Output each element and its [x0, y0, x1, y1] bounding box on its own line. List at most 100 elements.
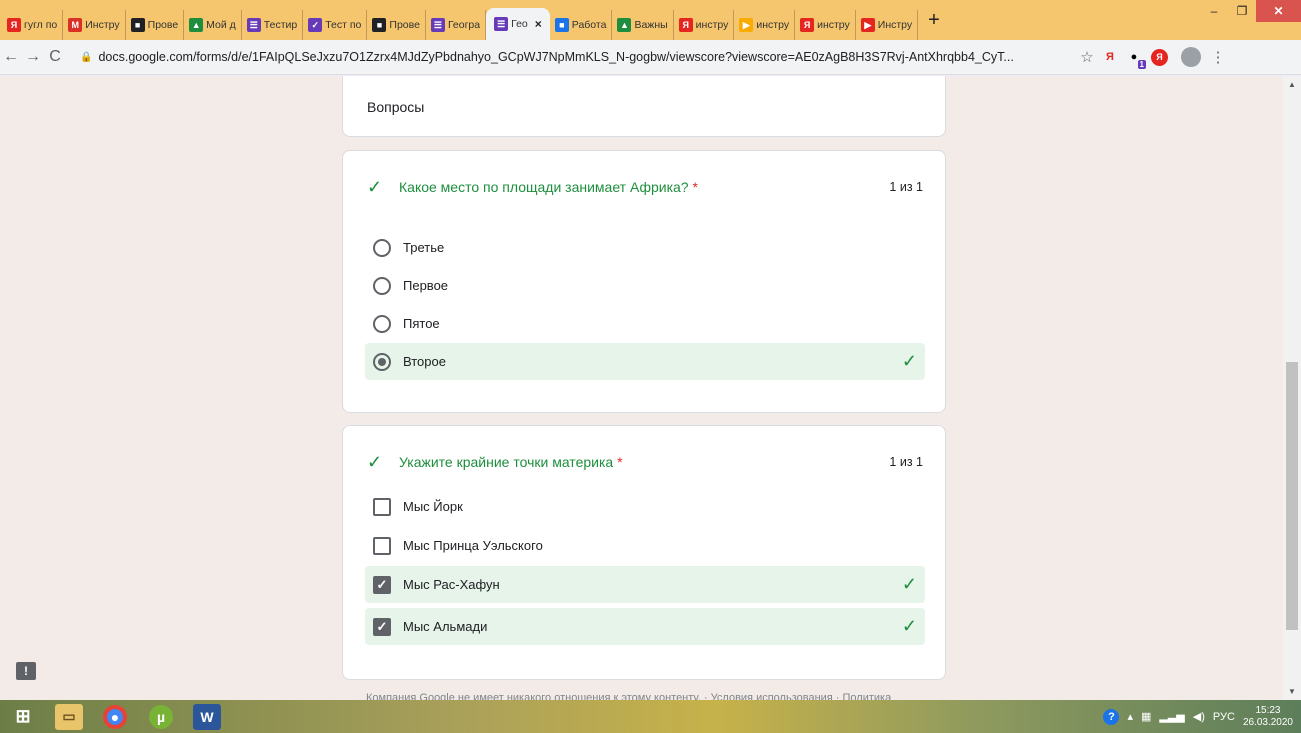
radio-icon [373, 276, 391, 295]
option-radio-selected[interactable]: Второе ✓ [365, 343, 925, 380]
question-label: Какое место по площади занимает Африка? [399, 179, 689, 195]
browser-tab[interactable]: ■ Прове [367, 10, 426, 40]
taskbar-utorrent[interactable]: µ [138, 700, 184, 733]
volume-icon[interactable]: ◀) [1193, 710, 1205, 723]
browser-menu-icon[interactable]: ⋮ [1209, 48, 1227, 66]
option-checkbox-checked[interactable]: ✓ Мыс Рас-Хафун ✓ [365, 566, 925, 603]
option-checkbox[interactable]: Мыс Принца Уэльского [365, 527, 925, 564]
profile-avatar[interactable] [1181, 47, 1201, 67]
option-radio[interactable]: Третье [365, 229, 925, 266]
radio-icon [373, 314, 391, 333]
help-icon[interactable]: ? [1103, 708, 1120, 725]
section-card: Вопросы [342, 76, 946, 137]
browser-tab[interactable]: Ягугл по [2, 10, 64, 40]
option-label: Второе [403, 354, 446, 369]
forward-icon[interactable]: → [22, 48, 44, 66]
question-header: ✓ Укажите крайние точки материка * 1 из … [367, 452, 923, 472]
url-text: docs.google.com/forms/d/e/1FAIpQLSeJxzu7… [98, 50, 1014, 64]
browser-toolbar: ← → C 🔒 docs.google.com/forms/d/e/1FAIpQ… [0, 40, 1301, 75]
bookmark-star-icon[interactable]: ☆ [1076, 48, 1098, 66]
clock[interactable]: 15:23 26.03.2020 [1243, 705, 1293, 729]
tab-favicon-icon: ■ [372, 18, 387, 32]
address-bar[interactable]: 🔒 docs.google.com/forms/d/e/1FAIpQLSeJxz… [72, 43, 1076, 71]
option-checkbox-checked[interactable]: ✓ Мыс Альмади ✓ [365, 608, 925, 645]
option-label: Пятое [403, 316, 440, 331]
question-header: ✓ Какое место по площади занимает Африка… [367, 177, 923, 197]
radio-icon [373, 238, 391, 257]
yandex-circle-icon[interactable]: Я [1151, 48, 1168, 66]
option-label: Мыс Рас-Хафун [403, 577, 500, 592]
feedback-icon[interactable]: ! [16, 662, 36, 680]
section-title: Вопросы [367, 99, 425, 115]
tray-expand-icon[interactable]: ▴ [1127, 710, 1133, 723]
tab-favicon-icon: ☰ [494, 17, 509, 31]
start-button[interactable]: ⊞ [0, 700, 46, 733]
tab-favicon-icon: ☰ [430, 18, 445, 32]
option-radio[interactable]: Первое [365, 267, 925, 304]
option-radio[interactable]: Пятое [365, 305, 925, 342]
browser-tab-strip: Ягугл по M Инстру ■ Прове ▲ Мой д ☰ Тестир ✓ Тест … [0, 0, 1301, 40]
taskbar-chrome[interactable]: ● [92, 700, 138, 733]
browser-tab[interactable]: M Инстру [63, 10, 126, 40]
option-label: Мыс Альмади [403, 619, 488, 634]
tab-label: инстру [756, 19, 790, 31]
tab-label: инстру [695, 19, 729, 31]
close-window-icon[interactable]: ✕ [1256, 0, 1301, 22]
tab-label: Мой д [206, 19, 236, 31]
scroll-up-icon[interactable]: ▲ [1283, 80, 1301, 89]
language-indicator[interactable]: РУС [1213, 711, 1235, 723]
tab-favicon-icon: ✓ [308, 18, 323, 32]
scrollbar-thumb[interactable] [1286, 362, 1298, 630]
option-label: Мыс Йорк [403, 499, 463, 514]
browser-tab[interactable]: ▲ Мой д [184, 10, 242, 40]
browser-tab[interactable]: ■ Прове [126, 10, 185, 40]
windows-taskbar: ⊞ ▭ ● µ W ? ▴ ▦ ▂▃▅ ◀) РУС 15:23 26.03.2… [0, 700, 1301, 733]
tab-favicon-icon: ■ [130, 18, 145, 32]
reload-icon[interactable]: C [44, 48, 66, 66]
window-controls: – ❐ ✕ [1200, 0, 1301, 22]
page-scrollbar[interactable]: ▲ ▼ [1283, 76, 1301, 700]
browser-tab[interactable]: ☰ Геогра [426, 10, 487, 40]
utorrent-icon: µ [149, 704, 173, 729]
option-checkbox[interactable]: Мыс Йорк [365, 488, 925, 525]
browser-tab[interactable]: ▲ Важны [612, 10, 674, 40]
maximize-icon[interactable]: ❐ [1228, 0, 1256, 22]
signal-icon[interactable]: ▂▃▅ [1159, 710, 1184, 723]
yandex-extension-icon[interactable]: Я [1098, 47, 1122, 67]
browser-tab[interactable]: ✓ Тест по [303, 10, 368, 40]
checkbox-checked-icon: ✓ [373, 617, 391, 636]
browser-tab[interactable]: ■ Работа [550, 10, 613, 40]
new-tab-button[interactable]: + [918, 9, 950, 32]
tab-label: Тестир [263, 19, 298, 31]
correct-check-icon: ✓ [367, 451, 383, 472]
browser-tab[interactable]: ▶ Инстру [856, 10, 919, 40]
question-text: Какое место по площади занимает Африка? … [399, 179, 889, 195]
browser-tab[interactable]: Яинстру [674, 10, 735, 40]
system-tray: ? ▴ ▦ ▂▃▅ ◀) РУС 15:23 26.03.2020 [1103, 700, 1293, 733]
tab-favicon-icon: Я [678, 18, 693, 32]
tab-label: Гео [511, 18, 528, 30]
browser-tab[interactable]: ☰ Гео × [486, 8, 550, 40]
browser-tab[interactable]: ▶ инстру [734, 10, 796, 40]
required-mark: * [692, 179, 698, 195]
browser-tab[interactable]: Яинстру [795, 10, 856, 40]
cookie-extension-icon[interactable]: ● 1 [1122, 47, 1146, 69]
tab-favicon-icon: ☰ [246, 18, 261, 32]
tab-label: Прове [147, 19, 179, 31]
scroll-down-icon[interactable]: ▼ [1283, 687, 1301, 696]
tab-label: Геогра [447, 19, 481, 31]
correct-check-icon: ✓ [901, 616, 917, 636]
back-icon[interactable]: ← [0, 48, 22, 66]
question-card-2: ✓ Укажите крайние точки материка * 1 из … [342, 425, 946, 680]
network-icon[interactable]: ▦ [1141, 710, 1151, 723]
taskbar-word[interactable]: W [184, 700, 230, 733]
taskbar-explorer[interactable]: ▭ [46, 700, 92, 733]
close-tab-icon[interactable]: × [535, 17, 542, 31]
question-card-1: ✓ Какое место по площади занимает Африка… [342, 150, 946, 413]
tab-favicon-icon: Я [800, 18, 815, 32]
question-score: 1 из 1 [889, 455, 923, 469]
radio-selected-icon [373, 352, 391, 371]
tab-label: Инстру [85, 19, 120, 31]
minimize-icon[interactable]: – [1200, 0, 1228, 22]
browser-tab[interactable]: ☰ Тестир [242, 10, 304, 40]
